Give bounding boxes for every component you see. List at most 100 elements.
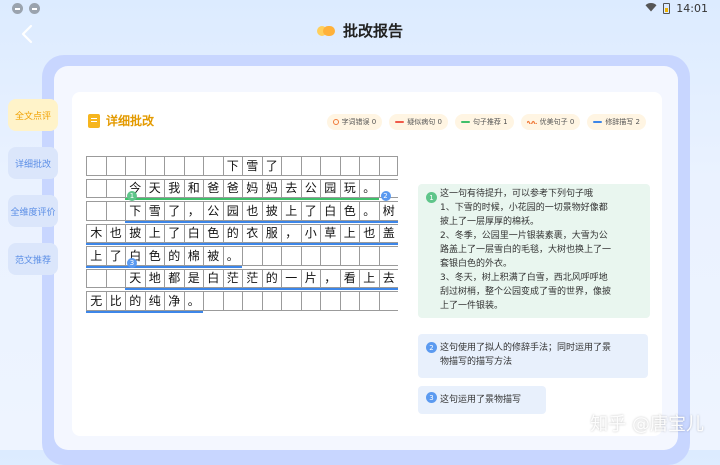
essay-cell: 看 xyxy=(339,268,359,288)
tab-label: 全文点评 xyxy=(14,111,51,122)
essay-cell: 白 xyxy=(183,223,203,243)
essay-cell: 的 xyxy=(222,223,242,243)
essay-cell: 天 xyxy=(144,178,164,198)
comment-line: 这句使用了拟人的修辞手法；同时运用了景 xyxy=(440,343,612,353)
essay-cell xyxy=(242,291,262,311)
essay-cell xyxy=(300,246,320,266)
essay-cell xyxy=(86,156,106,176)
watermark: 知乎 @唐宝儿 xyxy=(590,414,704,435)
essay-cell xyxy=(339,156,359,176)
essay-cell: ， xyxy=(281,223,301,243)
essay-grid: 下雪了今天我和爸爸妈妈去公园玩。 1 2 下雪了，公园也披上了白色。树木也披上了白色的… xyxy=(86,156,398,314)
annotation-underline[interactable] xyxy=(86,310,203,313)
essay-cell: 白 xyxy=(320,201,340,221)
tab-detailed-correction[interactable]: 详细批改 xyxy=(8,147,58,179)
red-line-icon xyxy=(395,121,405,123)
legend-label: 修辞描写 2 xyxy=(605,118,640,126)
essay-cell xyxy=(183,156,203,176)
tab-model-essay[interactable]: 范文推荐 xyxy=(8,243,58,275)
legend-rhetoric[interactable]: 修辞描写 2 xyxy=(587,114,646,130)
essay-row: 今天我和爸爸妈妈去公园玩。 1 2 xyxy=(86,178,398,201)
notification-icon xyxy=(29,3,40,14)
essay-cell: 都 xyxy=(164,268,184,288)
comment-line: 2、冬季，公园里一片银装素裹，大雪为公 xyxy=(440,231,608,241)
essay-cell: 了 xyxy=(261,156,281,176)
legend-label: 优美句子 0 xyxy=(539,118,575,126)
essay-cell: 净 xyxy=(164,291,184,311)
essay-row: 木也披上了白色的衣服，小草上也盖 xyxy=(86,223,398,245)
comment-marker[interactable]: 3 xyxy=(127,258,137,268)
essay-cell xyxy=(359,246,379,266)
essay-cell: 被 xyxy=(203,246,223,266)
annotation-underline[interactable] xyxy=(86,243,398,245)
comment-badge-3[interactable]: 3 xyxy=(426,392,437,403)
header: 批改报告 xyxy=(0,20,720,41)
comment-line: 披上了一层厚厚的棉袄。 xyxy=(440,217,540,227)
essay-cell: 下 xyxy=(125,201,145,221)
legend-sentence-recommend[interactable]: 句子推荐 1 xyxy=(454,114,514,130)
comment-line: 上了一件银装。 xyxy=(440,301,504,311)
essay-cell: 披 xyxy=(261,201,281,221)
essay-cell xyxy=(164,156,184,176)
comment-line: 刮过树梢，整个公园变成了雪的世界，像披 xyxy=(440,287,612,297)
essay-cell: 去 xyxy=(281,178,301,198)
essay-cell: 的 xyxy=(261,268,281,288)
essay-cell xyxy=(125,156,145,176)
essay-cell xyxy=(378,156,398,176)
essay-row: 天地都是白茫茫的一片，看上去 xyxy=(86,268,398,290)
comment-badge-1[interactable]: 1 xyxy=(426,192,437,203)
wave-mark-icon xyxy=(526,120,537,124)
essay-cell xyxy=(242,246,262,266)
essay-cell: 茫 xyxy=(222,268,242,288)
comment-marker[interactable]: 2 xyxy=(380,190,391,201)
green-line-icon xyxy=(460,121,470,123)
comment-line: 3、冬天，树上积满了白雪，西北风呼呼地 xyxy=(440,273,608,283)
essay-cell: 。 xyxy=(359,201,379,221)
essay-cell: 上 xyxy=(144,223,164,243)
essay-cell: 地 xyxy=(144,268,164,288)
essay-cell: 上 xyxy=(359,268,379,288)
essay-cell xyxy=(203,156,223,176)
essay-cell: 雪 xyxy=(242,156,262,176)
essay-cell xyxy=(281,291,301,311)
essay-cell: 了 xyxy=(300,201,320,221)
status-time: 14:01 xyxy=(676,2,708,15)
essay-cell xyxy=(86,178,106,198)
circle-mark-icon xyxy=(332,119,339,125)
essay-cell xyxy=(105,268,125,288)
legend-word-error[interactable]: 字词错误 0 xyxy=(326,114,383,130)
essay-cell xyxy=(359,291,379,311)
essay-cell: 园 xyxy=(320,178,340,198)
essay-cell xyxy=(320,291,340,311)
annotation-underline[interactable] xyxy=(125,198,379,200)
comment-line: 这句运用了景物描写 xyxy=(440,395,522,405)
essay-cell: 小 xyxy=(300,223,320,243)
essay-cell xyxy=(144,156,164,176)
legend-sentence-issue[interactable]: 疑似病句 0 xyxy=(389,114,448,130)
essay-cell: 雪 xyxy=(144,201,164,221)
essay-cell: 也 xyxy=(359,223,379,243)
essay-cell: 盖 xyxy=(378,223,398,243)
page-title: 批改报告 xyxy=(342,22,403,40)
legend-beautiful-sentence[interactable]: 优美句子 0 xyxy=(520,114,581,130)
status-left xyxy=(12,3,40,14)
annotation-underline[interactable] xyxy=(125,220,398,223)
legend-label: 字词错误 0 xyxy=(341,118,377,126)
annotation-underline[interactable] xyxy=(125,288,398,290)
legend-label: 疑似病句 0 xyxy=(407,118,442,126)
tab-label: 详细批改 xyxy=(14,159,51,170)
tab-overall-review[interactable]: 全文点评 xyxy=(8,99,58,131)
essay-cell: 了 xyxy=(164,223,184,243)
comment-badge-2[interactable]: 2 xyxy=(426,342,437,353)
essay-cell: 了 xyxy=(164,201,184,221)
annotation-underline[interactable] xyxy=(86,265,242,268)
essay-cell: 。 xyxy=(222,246,242,266)
essay-cell xyxy=(339,291,359,311)
essay-cell xyxy=(359,156,379,176)
essay-cell: 去 xyxy=(378,268,398,288)
tab-full-evaluation[interactable]: 全维度评价 xyxy=(8,195,58,227)
comment-marker[interactable]: 1 xyxy=(127,190,137,201)
essay-cell: 妈 xyxy=(242,178,262,198)
essay-cell xyxy=(203,291,223,311)
essay-cell xyxy=(105,156,125,176)
